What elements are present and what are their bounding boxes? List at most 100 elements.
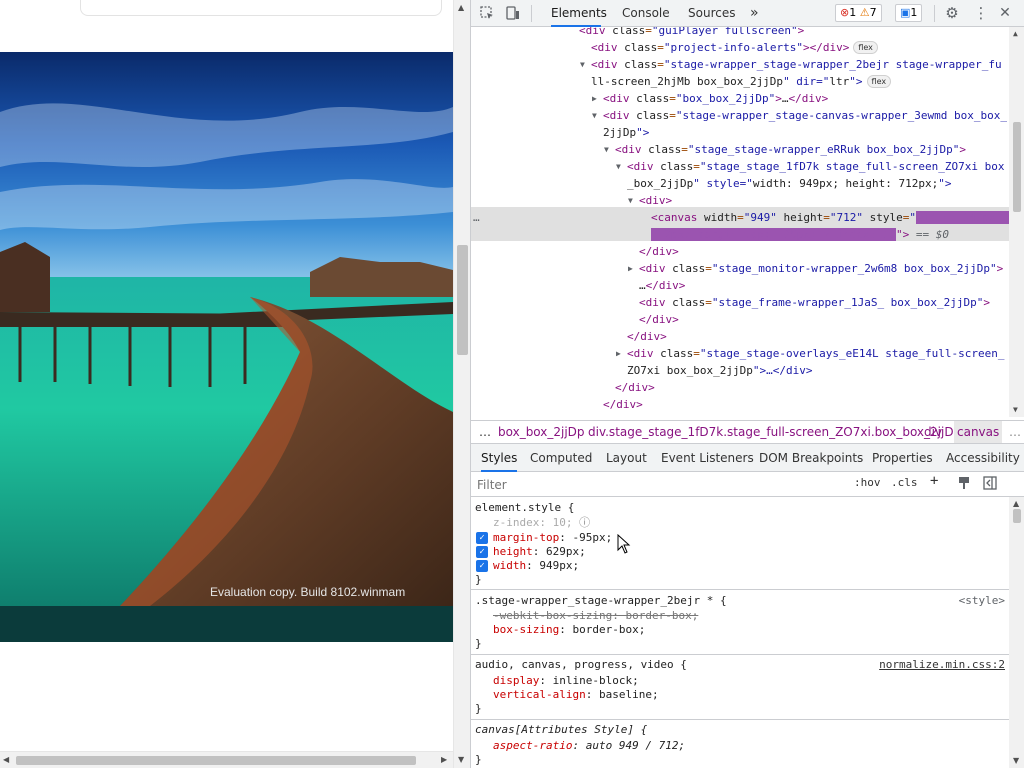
tab-sources[interactable]: Sources bbox=[688, 0, 735, 27]
dom-node[interactable]: ll-screen_2hjMb box_box_2jjDp" dir="ltr"… bbox=[591, 73, 892, 90]
close-devtools-icon[interactable]: ✕ bbox=[997, 5, 1013, 21]
toggle-sidebar-icon[interactable] bbox=[983, 476, 997, 493]
more-options-icon[interactable]: ⋮ bbox=[973, 5, 989, 21]
dom-node[interactable]: <div class="stage_stage_1fD7k stage_full… bbox=[627, 158, 1005, 175]
dom-node[interactable]: </div> bbox=[603, 396, 643, 413]
breadcrumb-item[interactable]: box_box_2jjDp bbox=[498, 421, 585, 443]
dom-node[interactable]: _box_2jjDp" style="width: 949px; height:… bbox=[627, 175, 952, 192]
expand-triangle-icon[interactable]: ▶ bbox=[592, 94, 602, 103]
tab-console[interactable]: Console bbox=[622, 0, 670, 27]
collapse-triangle-icon[interactable]: ▼ bbox=[604, 145, 614, 154]
dom-node[interactable]: </div> bbox=[591, 413, 631, 417]
property-checkbox[interactable]: ✓ bbox=[476, 546, 488, 558]
rendering-paint-icon[interactable] bbox=[957, 476, 971, 493]
tab-properties[interactable]: Properties bbox=[872, 444, 933, 472]
dom-node-selected[interactable]: <canvas width="949" height="712" style="… bbox=[651, 209, 1024, 226]
flex-badge[interactable]: flex bbox=[866, 75, 892, 88]
page-horizontal-scroll-thumb[interactable] bbox=[16, 756, 416, 765]
styles-pane[interactable]: element.style { z-index: 10; ⓘ ✓ margin-… bbox=[471, 497, 1009, 768]
collapse-triangle-icon[interactable]: ▼ bbox=[628, 196, 638, 205]
collapse-triangle-icon[interactable]: ▼ bbox=[580, 60, 590, 69]
dom-node[interactable]: <div class="stage-wrapper_stage-wrapper_… bbox=[591, 56, 1002, 73]
styles-filter-input[interactable] bbox=[477, 476, 837, 493]
dom-node[interactable]: <div class="stage_frame-wrapper_1JaS_ bo… bbox=[639, 294, 990, 311]
styles-scrollbar[interactable]: ▲ ▼ bbox=[1009, 497, 1024, 768]
dom-tree[interactable]: <div class="guiPlayer fullscreen"> <div c… bbox=[471, 27, 1024, 417]
dom-node[interactable]: <div class="project-info-alerts"></div> f… bbox=[591, 39, 878, 56]
tab-computed[interactable]: Computed bbox=[530, 444, 592, 472]
scroll-right-arrow-icon[interactable]: ▶ bbox=[441, 755, 447, 764]
device-toolbar-icon[interactable] bbox=[505, 5, 521, 21]
dom-scroll-down-icon[interactable]: ▼ bbox=[1013, 405, 1018, 414]
tab-elements[interactable]: Elements bbox=[551, 0, 607, 27]
dom-node[interactable]: </div> bbox=[639, 311, 679, 328]
info-icon[interactable]: ⓘ bbox=[579, 516, 590, 529]
stage-canvas-image[interactable] bbox=[0, 52, 453, 606]
page-vertical-scrollbar[interactable]: ▲ ▼ bbox=[453, 0, 470, 768]
tab-layout[interactable]: Layout bbox=[606, 444, 647, 472]
dom-node[interactable]: <div class="box_box_2jjDp">…</div> bbox=[603, 90, 828, 107]
collapse-triangle-icon[interactable]: ▼ bbox=[592, 111, 602, 120]
flex-badge[interactable]: flex bbox=[853, 41, 878, 54]
tab-dom-breakpoints[interactable]: DOM Breakpoints bbox=[759, 444, 863, 472]
hov-toggle[interactable]: :hov bbox=[854, 476, 881, 489]
dom-tree-scroll-thumb[interactable] bbox=[1013, 122, 1021, 212]
dom-tree-scrollbar[interactable]: ▲ ▼ bbox=[1009, 27, 1024, 417]
style-property[interactable]: height: 629px; bbox=[493, 545, 586, 559]
dom-node[interactable]: 2jjDp"> bbox=[603, 124, 649, 141]
style-property[interactable]: box-sizing: border-box; bbox=[493, 623, 645, 637]
rule-source-link[interactable]: normalize.min.css:2 bbox=[879, 658, 1005, 672]
settings-gear-icon[interactable]: ⚙ bbox=[944, 5, 960, 21]
breadcrumb-overflow[interactable]: … bbox=[479, 421, 491, 443]
tab-accessibility[interactable]: Accessibility bbox=[946, 444, 1020, 472]
style-property[interactable]: display: inline-block; bbox=[493, 674, 639, 688]
expand-triangle-icon[interactable]: ▶ bbox=[616, 349, 626, 358]
dom-node[interactable]: <div class="guiPlayer fullscreen"> bbox=[579, 27, 804, 39]
breadcrumb-more[interactable]: … bbox=[1009, 421, 1021, 443]
node-actions-icon[interactable]: … bbox=[473, 209, 480, 226]
rule-source[interactable]: <style> bbox=[959, 594, 1005, 608]
issues-badge[interactable]: ⊗1 ⚠7 bbox=[835, 4, 882, 22]
styles-scroll-up-icon[interactable]: ▲ bbox=[1013, 499, 1019, 508]
page-vertical-scroll-thumb[interactable] bbox=[457, 245, 468, 355]
styles-scroll-down-icon[interactable]: ▼ bbox=[1013, 756, 1019, 765]
dom-node[interactable]: <div class="stage-wrapper_stage-canvas-w… bbox=[603, 107, 1007, 124]
dom-scroll-up-icon[interactable]: ▲ bbox=[1013, 29, 1018, 38]
property-checkbox[interactable]: ✓ bbox=[476, 560, 488, 572]
dom-node[interactable]: </div> bbox=[615, 379, 655, 396]
new-style-rule-icon[interactable]: + bbox=[930, 473, 938, 489]
breadcrumb-item-current[interactable]: canvas bbox=[954, 421, 1003, 443]
style-property-disabled[interactable]: z-index: 10; ⓘ bbox=[493, 516, 590, 530]
style-property-overridden[interactable]: -webkit-box-sizing: border-box; bbox=[493, 609, 698, 623]
dom-node[interactable]: <div class="stage_stage-overlays_eE14L s… bbox=[627, 345, 1005, 362]
style-property[interactable]: margin-top: -95px; bbox=[493, 531, 612, 545]
dom-node[interactable]: <div class="stage_stage-wrapper_eRRuk bo… bbox=[615, 141, 966, 158]
scroll-up-arrow-icon[interactable]: ▲ bbox=[458, 3, 464, 12]
dom-node-selected[interactable]: 712px; margin-top: -95px; z-index: 10"> … bbox=[651, 226, 949, 243]
dom-node[interactable]: </div> bbox=[627, 328, 667, 345]
tab-event-listeners[interactable]: Event Listeners bbox=[661, 444, 754, 472]
page-horizontal-scrollbar[interactable]: ◀ ▶ bbox=[0, 751, 453, 768]
expand-triangle-icon[interactable]: ▶ bbox=[628, 264, 638, 273]
breadcrumb-item[interactable]: div.stage_stage_1fD7k.stage_full-screen_… bbox=[588, 421, 961, 443]
property-checkbox[interactable]: ✓ bbox=[476, 532, 488, 544]
inspect-element-icon[interactable] bbox=[479, 5, 495, 21]
style-property[interactable]: width: 949px; bbox=[493, 559, 579, 573]
dom-node[interactable]: <div> bbox=[639, 192, 672, 209]
cls-toggle[interactable]: .cls bbox=[891, 476, 918, 489]
project-stage[interactable]: Evaluation copy. Build 8102.winmam bbox=[0, 52, 453, 642]
more-tabs-button[interactable]: » bbox=[750, 0, 759, 27]
dom-node[interactable]: <div class="stage_monitor-wrapper_2w6m8 … bbox=[639, 260, 1003, 277]
tab-styles[interactable]: Styles bbox=[481, 444, 518, 472]
styles-scroll-thumb[interactable] bbox=[1013, 509, 1021, 523]
style-property[interactable]: vertical-align: baseline; bbox=[493, 688, 659, 702]
dom-node[interactable]: ZO7xi box_box_2jjDp">…</div> bbox=[627, 362, 812, 379]
breadcrumb-item[interactable]: div bbox=[924, 421, 942, 443]
dom-node[interactable]: </div> bbox=[639, 243, 679, 260]
dom-node[interactable]: …</div> bbox=[639, 277, 685, 294]
style-property[interactable]: aspect-ratio: auto 949 / 712; bbox=[493, 739, 685, 753]
messages-badge[interactable]: ▣1 bbox=[895, 4, 923, 22]
scroll-down-arrow-icon[interactable]: ▼ bbox=[458, 755, 464, 764]
scroll-left-arrow-icon[interactable]: ◀ bbox=[3, 755, 9, 764]
collapse-triangle-icon[interactable]: ▼ bbox=[616, 162, 626, 171]
